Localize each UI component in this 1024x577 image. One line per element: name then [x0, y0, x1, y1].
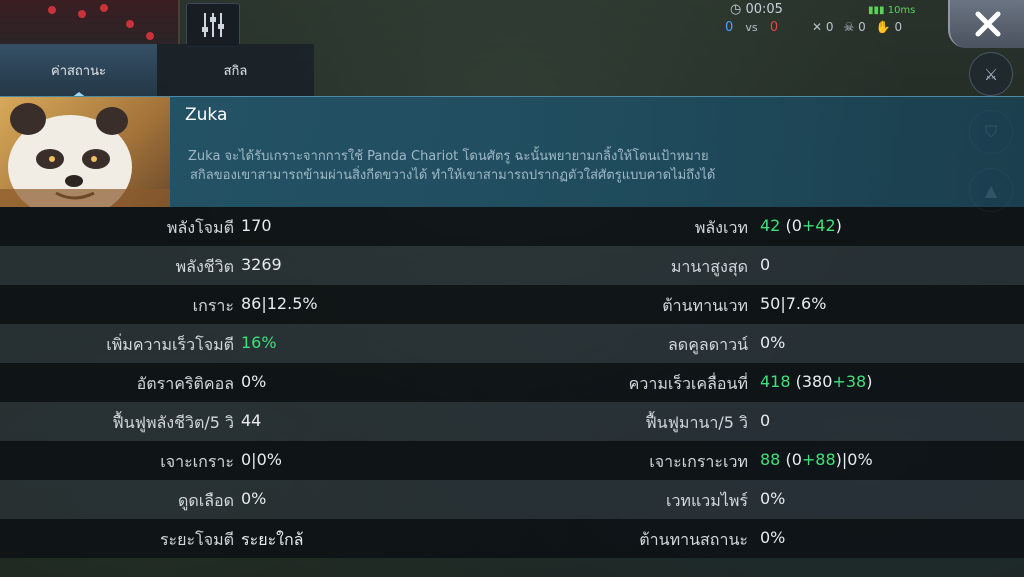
stat-bonus-amount: +42: [801, 216, 836, 235]
assists-stat: ✋ 0: [875, 20, 903, 34]
hero-description-line: สกิลของเขาสามารถข้ามผ่านสิ่งกีดขวางได้ ท…: [190, 168, 716, 183]
vs-label: vs: [745, 21, 758, 34]
signal-icon: ▮▮▮: [868, 5, 885, 16]
stat-value: 0%: [760, 489, 786, 508]
stat-label: ฟื้นฟูพลังชีวิต/5 วิ: [112, 413, 234, 432]
stat-value: 0|0%: [241, 450, 282, 469]
stat-value: 42 (0+42): [760, 216, 842, 235]
stat-label: เวทแวมไพร์: [665, 491, 748, 510]
stat-label: ต้านทานสถานะ: [639, 530, 748, 549]
stat-value: 418 (380+38): [760, 372, 873, 391]
red-score: 0: [769, 20, 779, 35]
hero-description: Zuka จะได้รับเกราะจากการใช้ Panda Chario…: [188, 147, 768, 185]
stat-value: 44: [241, 411, 262, 430]
stat-value: 0%: [760, 333, 786, 352]
skull-icon: ☠: [843, 20, 855, 34]
stat-bonus-amount: +88: [801, 450, 836, 469]
stat-label: ดูดเลือด: [177, 491, 234, 510]
minimap-tower-icon: [48, 6, 56, 14]
stat-value: 0%: [241, 489, 267, 508]
tab-skills[interactable]: สกิล: [157, 44, 314, 96]
minimap-tower-icon: [78, 10, 86, 18]
stat-label: ต้านทานเวท: [662, 296, 748, 315]
sword-icon[interactable]: ⚔: [969, 52, 1013, 96]
minimap-tower-icon: [146, 32, 154, 40]
stat-row: พลังโจมตี 170 พลังเวท 42 (0+42): [0, 207, 1024, 246]
kills-stat: ✕ 0: [812, 20, 834, 34]
tab-bar: ค่าสถานะ สกิล: [0, 44, 314, 98]
close-button[interactable]: [948, 0, 1024, 48]
tab-stats-label: ค่าสถานะ: [51, 63, 106, 79]
stat-value: 0: [760, 255, 771, 274]
stat-value: 0%: [241, 372, 267, 391]
hero-name: Zuka: [185, 105, 228, 125]
stat-bonus-amount: +38: [832, 372, 867, 391]
close-icon: [975, 11, 1001, 37]
tab-skills-label: สกิล: [223, 63, 248, 79]
ping-indicator: ▮▮▮ 10ms: [868, 5, 916, 16]
tab-stats[interactable]: ค่าสถานะ: [0, 44, 157, 98]
stat-value: 16%: [241, 333, 277, 352]
stat-label: เจาะเกราะ: [160, 452, 234, 471]
stat-row: เจาะเกราะ 0|0% เจาะเกราะเวท 88 (0+88)|0%: [0, 441, 1024, 480]
stat-bonus: (0+42): [780, 216, 842, 235]
stat-label: ลดคูลดาวน์: [668, 335, 748, 354]
stat-value: 50|7.6%: [760, 294, 827, 313]
stat-row: ฟื้นฟูพลังชีวิต/5 วิ 44 ฟื้นฟูมานา/5 วิ …: [0, 402, 1024, 441]
hero-description-line: Zuka จะได้รับเกราะจากการใช้ Panda Chario…: [188, 149, 709, 164]
stat-value: 0%: [760, 528, 786, 547]
stat-value: 0: [760, 411, 771, 430]
stat-value: 86|12.5%: [241, 294, 318, 313]
stat-row: ระยะโจมตี ระยะใกล้ ต้านทานสถานะ 0%: [0, 519, 1024, 558]
stat-label: ระยะโจมตี: [159, 530, 234, 549]
stat-label: พลังโจมตี: [166, 218, 234, 237]
blue-score: 0: [725, 20, 734, 35]
stat-value: 170: [241, 216, 272, 235]
stat-label: มานาสูงสุด: [670, 257, 748, 276]
stat-label: ความเร็วเคลื่อนที่: [628, 374, 748, 393]
stat-label: พลังชีวิต: [175, 257, 234, 276]
minimap-tower-icon: [100, 4, 108, 12]
settings-button[interactable]: [186, 3, 240, 47]
stat-label: พลังเวท: [694, 218, 748, 237]
stat-value: 88 (0+88)|0%: [760, 450, 873, 469]
hero-portrait: [0, 97, 170, 207]
minimap-tower-icon: [126, 20, 134, 28]
hand-icon: ✋: [875, 20, 891, 34]
match-timer: ◷ 00:05: [730, 2, 783, 17]
minimap[interactable]: [0, 0, 180, 45]
stat-label: อัตราคริติคอล: [136, 374, 234, 393]
stat-value: 3269: [241, 255, 282, 274]
deaths-stat: ☠ 0: [843, 20, 866, 34]
stat-row: พลังชีวิต 3269 มานาสูงสุด 0: [0, 246, 1024, 285]
swords-icon: ✕: [812, 20, 823, 34]
stat-value: ระยะใกล้: [241, 530, 304, 549]
stat-label: เจาะเกราะเวท: [649, 452, 748, 471]
hero-info-panel: Zuka Zuka จะได้รับเกราะจากการใช้ Panda C…: [0, 96, 1024, 207]
stat-label: เพิ่มความเร็วโจมตี: [106, 335, 234, 354]
panda-portrait-icon: [0, 103, 170, 207]
stat-row: เกราะ 86|12.5% ต้านทานเวท 50|7.6%: [0, 285, 1024, 324]
clock-icon: ◷: [730, 2, 742, 17]
stat-row: เพิ่มความเร็วโจมตี 16% ลดคูลดาวน์ 0%: [0, 324, 1024, 363]
sliders-icon: [202, 13, 224, 37]
stat-bonus: (0+88)|0%: [780, 450, 873, 469]
stat-label: ฟื้นฟูมานา/5 วิ: [645, 413, 748, 432]
stats-table: พลังโจมตี 170 พลังเวท 42 (0+42) พลังชีวิ…: [0, 207, 1024, 577]
stat-row: อัตราคริติคอล 0% ความเร็วเคลื่อนที่ 418 …: [0, 363, 1024, 402]
stat-label: เกราะ: [192, 296, 234, 315]
team-score: 0 vs 0: [725, 20, 778, 35]
kda-stats: ✕ 0 ☠ 0 ✋ 0: [812, 20, 902, 34]
stat-row: ดูดเลือด 0% เวทแวมไพร์ 0%: [0, 480, 1024, 519]
stat-bonus: (380+38): [790, 372, 873, 391]
